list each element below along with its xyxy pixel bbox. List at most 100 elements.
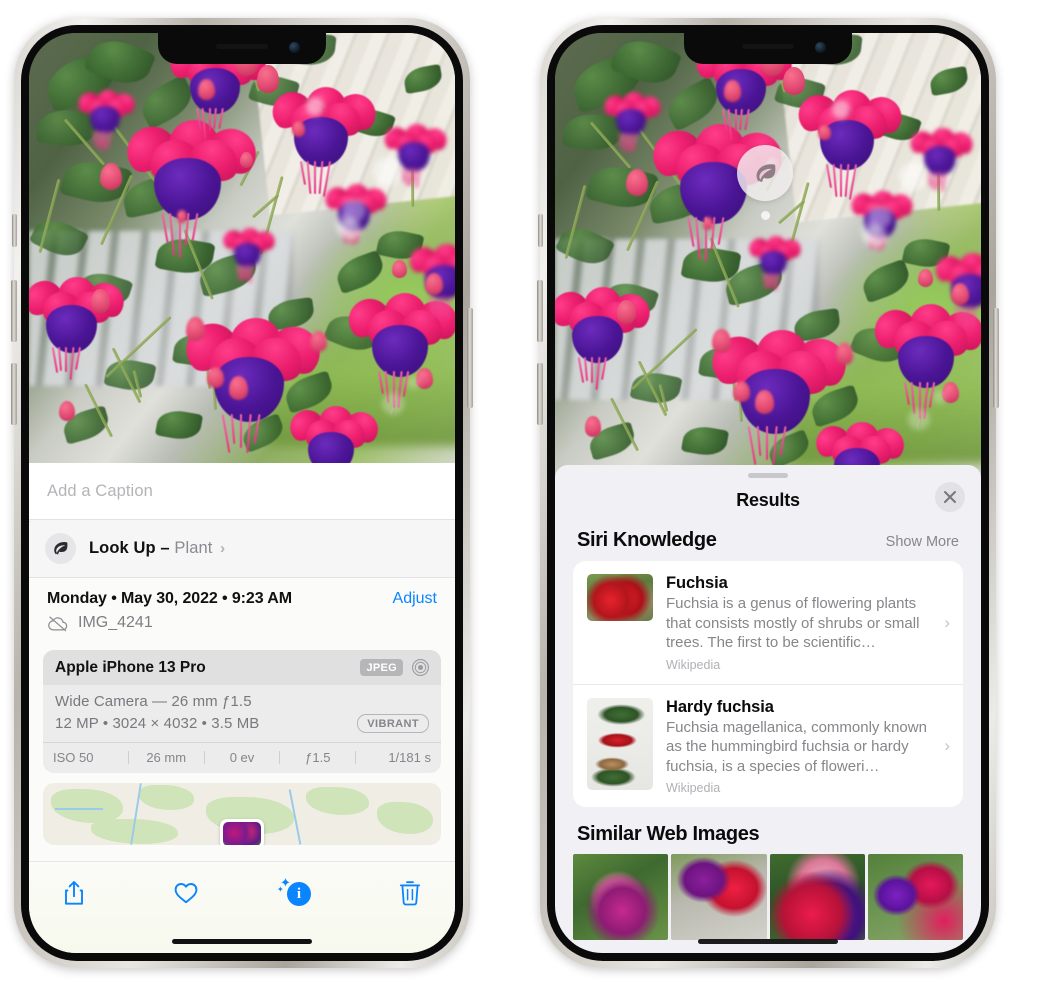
home-indicator[interactable] xyxy=(172,939,312,944)
bokeh xyxy=(898,162,928,192)
similar-image-thumbnail[interactable] xyxy=(573,854,669,940)
phone-left: Add a Caption ✦ ✦ Look Up – Plant › xyxy=(11,18,473,968)
stat-shutter-speed: 1/181 s xyxy=(388,750,431,765)
stamen xyxy=(51,347,58,374)
fuchsia-flower xyxy=(219,226,279,287)
bokeh xyxy=(907,408,930,431)
mute-switch[interactable] xyxy=(538,214,543,247)
list-item[interactable]: Fuchsia Fuchsia is a genus of flowering … xyxy=(573,561,963,684)
photo-info-sheet: Add a Caption ✦ ✦ Look Up – Plant › xyxy=(29,463,455,953)
corolla xyxy=(740,368,811,434)
stamen xyxy=(747,426,757,465)
bokeh xyxy=(305,97,325,116)
stamen xyxy=(825,163,833,189)
share-button[interactable] xyxy=(55,876,93,910)
flower-bud xyxy=(206,366,224,389)
flower-bud xyxy=(59,401,76,422)
stamen xyxy=(169,212,176,256)
front-camera-icon xyxy=(289,42,300,53)
results-title: Results xyxy=(736,489,800,510)
info-icon: i xyxy=(287,882,311,906)
corolla xyxy=(153,157,222,221)
exif-card[interactable]: Apple iPhone 13 Pro JPEG Wide Camera — 2… xyxy=(43,650,441,773)
volume-down-button[interactable] xyxy=(537,363,543,425)
flower-bud xyxy=(626,168,649,196)
knowledge-source: Wikipedia xyxy=(666,657,721,672)
volume-up-button[interactable] xyxy=(537,280,543,342)
metadata-top-row: Monday • May 30, 2022 • 9:23 AM Adjust xyxy=(47,590,437,608)
exif-body: Wide Camera — 26 mm ƒ1.5 12 MP • 3024 × … xyxy=(43,685,441,742)
bokeh xyxy=(372,157,402,187)
badge-pointer-dot xyxy=(760,211,770,220)
home-indicator[interactable] xyxy=(698,939,838,944)
stamen xyxy=(935,172,938,190)
close-button[interactable] xyxy=(935,482,965,512)
similar-web-images-strip xyxy=(555,854,981,940)
stamen xyxy=(412,168,416,182)
stamen xyxy=(299,161,307,186)
similar-image-thumbnail[interactable] xyxy=(769,854,865,940)
corolla xyxy=(214,356,285,422)
stamen xyxy=(739,108,744,130)
info-button[interactable]: ✦ ✦ i xyxy=(277,875,317,910)
list-item[interactable]: Hardy fuchsia Fuchsia magellanica, commo… xyxy=(573,683,963,808)
stamen xyxy=(409,168,412,186)
photo-viewer[interactable] xyxy=(555,33,981,481)
stamen xyxy=(314,161,317,195)
fuchsia-flower xyxy=(745,234,805,295)
map-pin-thumbnail xyxy=(223,822,261,845)
image-size-info: 12 MP • 3024 × 4032 • 3.5 MB xyxy=(55,715,260,732)
stamen xyxy=(734,108,737,132)
show-more-button[interactable]: Show More xyxy=(886,534,959,550)
flower-bud xyxy=(256,65,280,94)
fuchsia-flower xyxy=(73,88,140,155)
caption-field[interactable]: Add a Caption xyxy=(29,463,455,519)
photo-viewer[interactable] xyxy=(29,33,455,463)
chevron-right-icon: › xyxy=(944,612,950,632)
leaf-icon xyxy=(737,145,793,201)
stamen xyxy=(727,108,733,142)
favorite-button[interactable] xyxy=(167,876,205,910)
flower-bud xyxy=(723,80,742,103)
phone-screen-right: Results Siri Knowledge Show More Fuchsia… xyxy=(555,33,981,953)
exif-stats-row: ISO 50 26 mm 0 ev ƒ1.5 1/181 s xyxy=(43,742,441,773)
look-up-text: Look Up – xyxy=(89,539,170,557)
flower-bud xyxy=(197,78,216,101)
similar-web-images-header: Similar Web Images xyxy=(555,807,981,854)
visual-lookup-badge[interactable] xyxy=(737,145,793,220)
stamen xyxy=(964,304,967,325)
map-photo-pin[interactable] xyxy=(220,819,264,845)
stat-focal-length: 26 mm xyxy=(146,750,187,765)
similar-image-thumbnail[interactable] xyxy=(867,854,963,940)
stamen xyxy=(201,108,207,141)
mute-switch[interactable] xyxy=(12,214,17,247)
stamen xyxy=(622,133,627,152)
corolla xyxy=(572,315,624,364)
power-button[interactable] xyxy=(467,308,473,408)
stamen xyxy=(577,357,584,384)
device-name: Apple iPhone 13 Pro xyxy=(55,658,206,676)
flower-bud xyxy=(176,209,188,224)
stamen xyxy=(442,295,446,312)
flower-bud xyxy=(951,283,970,306)
stamen xyxy=(101,130,103,146)
volume-up-button[interactable] xyxy=(11,280,17,342)
siri-knowledge-card: Fuchsia Fuchsia is a genus of flowering … xyxy=(573,561,963,807)
flower-bud xyxy=(90,289,110,314)
stamen xyxy=(968,304,972,321)
stamen xyxy=(687,216,695,247)
look-up-row[interactable]: ✦ ✦ Look Up – Plant › xyxy=(29,514,455,577)
stamen xyxy=(208,108,211,132)
volume-down-button[interactable] xyxy=(11,363,17,425)
metadata-block: Monday • May 30, 2022 • 9:23 AM Adjust I… xyxy=(29,577,455,642)
aperture-icon xyxy=(411,658,430,677)
phone-right: Results Siri Knowledge Show More Fuchsia… xyxy=(537,18,999,968)
delete-button[interactable] xyxy=(391,876,429,910)
location-map[interactable] xyxy=(43,783,441,845)
stamen xyxy=(378,370,385,395)
similar-image-thumbnail[interactable] xyxy=(671,854,767,940)
adjust-button[interactable]: Adjust xyxy=(393,590,437,608)
power-button[interactable] xyxy=(993,308,999,408)
stamen xyxy=(832,163,838,198)
knowledge-thumbnail xyxy=(587,697,653,790)
